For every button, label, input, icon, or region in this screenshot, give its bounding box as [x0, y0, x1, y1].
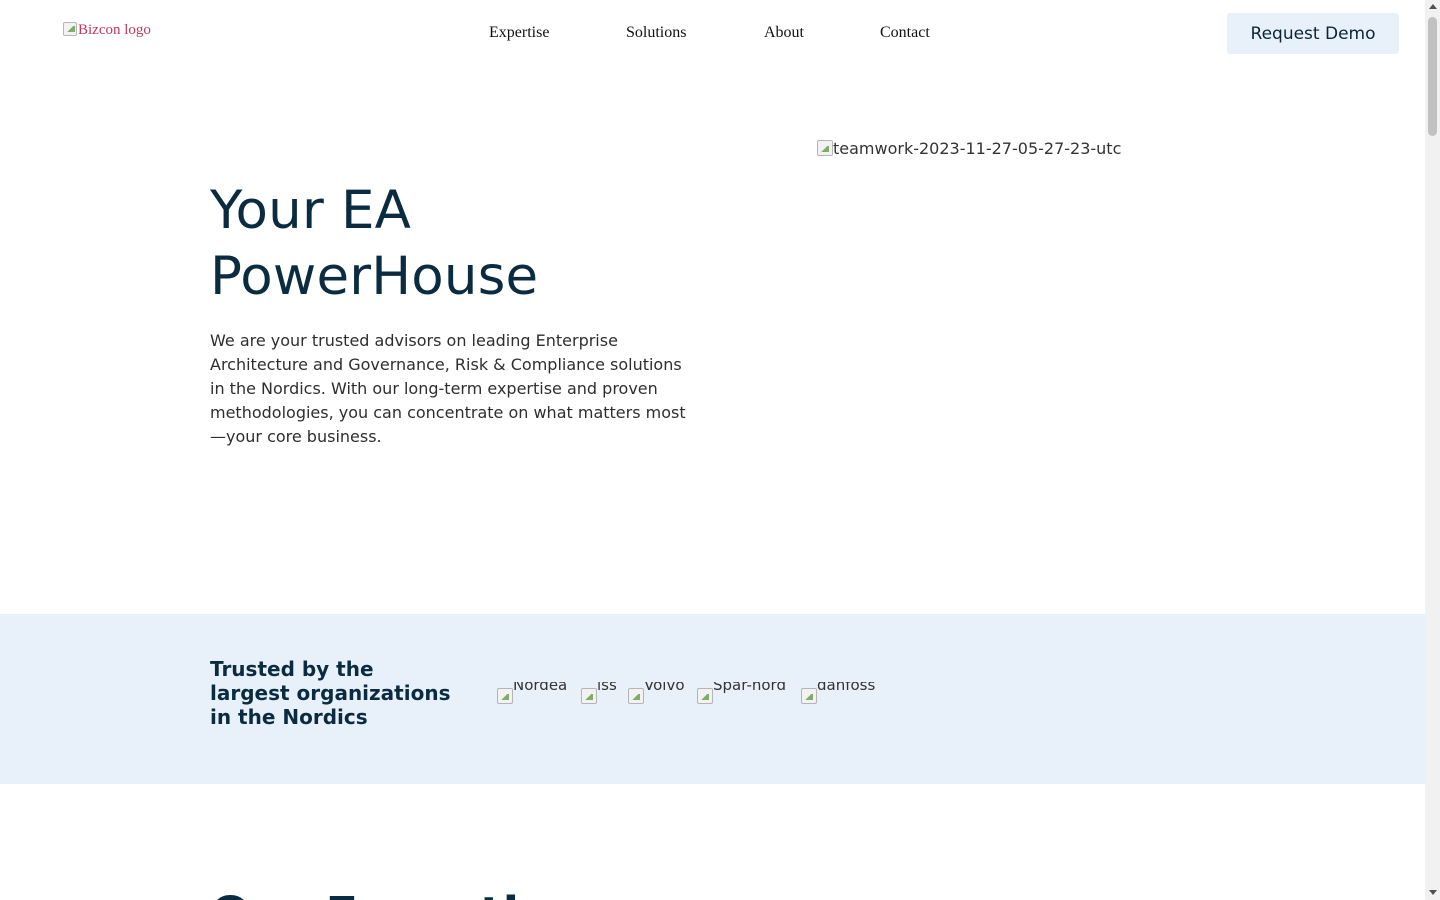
site-logo[interactable]: Bizcon logo — [63, 21, 151, 39]
hero-description: We are your trusted advisors on leading … — [210, 331, 686, 446]
vertical-scrollbar[interactable] — [1425, 0, 1440, 900]
client-logo-volvo: Volvo — [628, 682, 685, 704]
nav-link-contact[interactable]: Contact — [880, 24, 930, 42]
hero-image: teamwork-2023-11-27-05-27-23-utc — [817, 139, 1121, 158]
hero-title: Your EA PowerHouse — [210, 178, 730, 310]
broken-image-icon — [697, 688, 713, 704]
hero-image-alt-text: teamwork-2023-11-27-05-27-23-utc — [833, 139, 1122, 158]
client-logo-alt: iss — [597, 682, 617, 694]
client-logo-nordea: Nordea — [497, 682, 567, 704]
nav-link-about[interactable]: About — [764, 24, 804, 42]
scroll-down-arrow-icon[interactable] — [1429, 890, 1437, 895]
client-logo-alt: Volvo — [644, 682, 685, 694]
client-logo-alt: Spar-nord — [713, 682, 786, 694]
request-demo-button[interactable]: Request Demo — [1227, 13, 1399, 54]
expertise-section-heading: Our Expertise — [210, 885, 580, 900]
trusted-heading-pre: Trusted by the — [210, 657, 374, 681]
nav-link-solutions[interactable]: Solutions — [626, 24, 686, 42]
site-header: Bizcon logo Expertise Solutions About Co… — [0, 0, 1425, 66]
trusted-by-section: Trusted by the largest organizations in … — [0, 614, 1425, 784]
page: Bizcon logo Expertise Solutions About Co… — [0, 0, 1425, 900]
hero-title-line-1: Your EA — [210, 180, 412, 241]
logo-alt-text: Bizcon logo — [78, 22, 151, 38]
broken-image-icon — [63, 21, 77, 36]
broken-image-icon — [817, 140, 833, 156]
trusted-heading: Trusted by the largest organizations in … — [210, 657, 460, 729]
trusted-heading-bold: largest — [210, 681, 290, 705]
client-logo-alt: danfoss — [817, 682, 876, 694]
broken-image-icon — [581, 688, 597, 704]
client-logo-iss: iss — [581, 682, 617, 704]
client-logo-danfoss: danfoss — [801, 682, 875, 704]
nav-link-expertise[interactable]: Expertise — [489, 24, 549, 42]
broken-image-icon — [628, 688, 644, 704]
broken-image-icon — [497, 688, 513, 704]
broken-image-icon — [801, 688, 817, 704]
scroll-up-arrow-icon[interactable] — [1429, 4, 1437, 9]
client-logo-alt: Nordea — [513, 682, 568, 694]
scrollbar-thumb[interactable] — [1428, 17, 1437, 136]
hero-title-line-2: PowerHouse — [210, 246, 539, 307]
client-logo-spar-nord: Spar-nord — [697, 682, 786, 704]
